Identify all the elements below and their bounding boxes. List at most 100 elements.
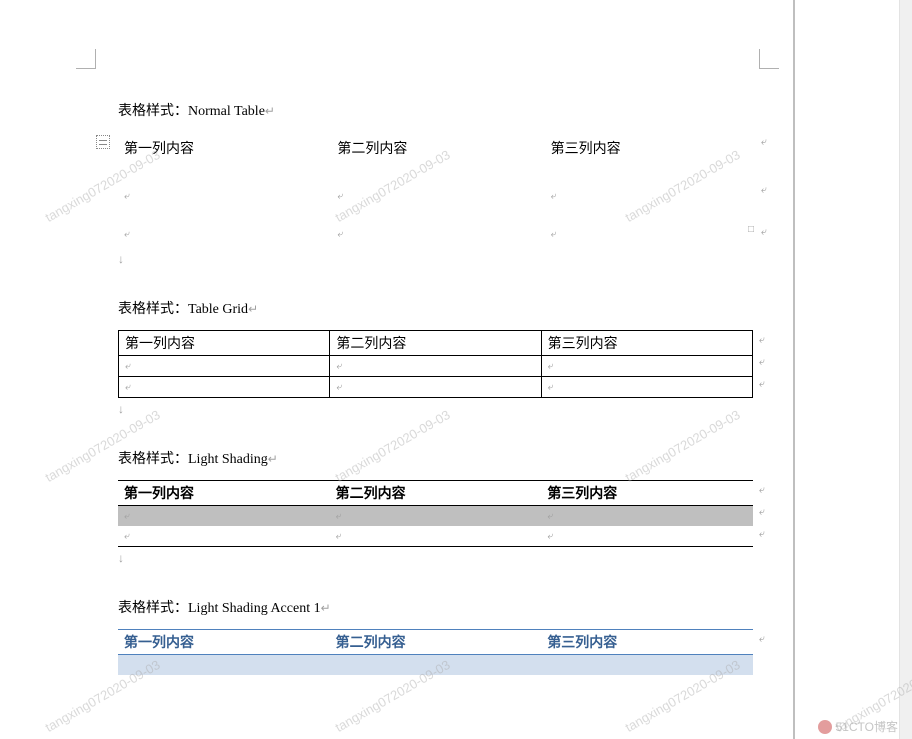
paragraph-after-table[interactable] bbox=[118, 252, 758, 268]
table-cell[interactable]: 第二列内容 bbox=[330, 630, 542, 655]
table-wrapper-grid: 第一列内容 第二列内容 第三列内容 ⤶ bbox=[118, 330, 758, 398]
table-cell[interactable] bbox=[330, 655, 542, 675]
table-cell[interactable] bbox=[119, 356, 330, 377]
row-end-mark-icon: ⤶ bbox=[756, 484, 768, 497]
table-cell[interactable] bbox=[118, 506, 330, 527]
table-cell[interactable]: 第二列内容 bbox=[330, 331, 541, 356]
table-row: 第一列内容 第二列内容 第三列内容 bbox=[118, 481, 753, 506]
table-cell[interactable] bbox=[541, 377, 752, 398]
cell-text: 第二列内容 bbox=[336, 337, 406, 352]
paragraph-after-table[interactable] bbox=[118, 551, 758, 567]
cell-text: 第二列内容 bbox=[336, 636, 406, 651]
cell-mark-icon bbox=[548, 360, 554, 372]
cell-mark-icon bbox=[551, 190, 557, 202]
table-cell[interactable]: 第三列内容 bbox=[541, 331, 752, 356]
table-cell[interactable]: 第二列内容 bbox=[330, 481, 542, 506]
table-cell[interactable] bbox=[118, 182, 331, 220]
row-end-mark-icon: ⤶ bbox=[756, 356, 768, 369]
cell-text: 第三列内容 bbox=[547, 487, 617, 502]
cell-text: 第一列内容 bbox=[124, 636, 194, 651]
style-prefix: 表格样式： bbox=[118, 302, 188, 317]
style-label-normal: 表格样式：Normal Table bbox=[118, 100, 758, 120]
table-cell[interactable]: 第三列内容 bbox=[541, 630, 753, 655]
cell-mark-icon bbox=[547, 510, 553, 522]
table-wrapper-lightshade: 第一列内容 第二列内容 第三列内容 ⤶ bbox=[118, 480, 758, 547]
cell-mark-icon bbox=[124, 530, 130, 542]
row-end-mark-icon: ⤶ bbox=[756, 633, 768, 646]
table-row bbox=[118, 182, 758, 220]
table-cell[interactable] bbox=[118, 526, 330, 547]
style-name-accent1: Light Shading Accent 1 bbox=[188, 601, 321, 616]
table-normal[interactable]: 第一列内容 第二列内容 第三列内容 bbox=[118, 132, 758, 248]
table-wrapper-normal: 第一列内容 第二列内容 第三列内容 ⤶ bbox=[118, 132, 758, 248]
site-watermark-text: 51CTO博客 bbox=[836, 718, 898, 735]
table-row bbox=[118, 506, 753, 527]
cell-text: 第三列内容 bbox=[548, 337, 618, 352]
paragraph-mark-icon bbox=[118, 252, 124, 266]
cell-text: 第一列内容 bbox=[124, 142, 194, 157]
table-cell[interactable] bbox=[330, 506, 542, 527]
table-cell[interactable]: 第一列内容 bbox=[118, 630, 330, 655]
table-cell[interactable]: 第一列内容 bbox=[118, 481, 330, 506]
table-row bbox=[118, 220, 758, 248]
table-row: 第一列内容 第二列内容 第三列内容 bbox=[119, 331, 753, 356]
table-light-shading-accent1[interactable]: 第一列内容 第二列内容 第三列内容 bbox=[118, 629, 753, 675]
page-content[interactable]: 表格样式：Normal Table 第一列内容 第二列内容 第三列内容 bbox=[118, 100, 758, 679]
table-cell[interactable] bbox=[118, 220, 331, 248]
table-cell[interactable] bbox=[330, 356, 541, 377]
cell-mark-icon bbox=[337, 228, 343, 240]
table-cell[interactable]: 第三列内容 bbox=[541, 481, 753, 506]
table-cell[interactable]: 第一列内容 bbox=[119, 331, 330, 356]
table-cell[interactable] bbox=[118, 655, 330, 675]
paragraph-mark-icon bbox=[268, 452, 278, 466]
cell-mark-icon bbox=[547, 530, 553, 542]
table-row bbox=[119, 377, 753, 398]
style-label-grid: 表格样式：Table Grid bbox=[118, 298, 758, 318]
table-cell[interactable] bbox=[330, 377, 541, 398]
cell-mark-icon bbox=[125, 381, 131, 393]
table-cell[interactable] bbox=[541, 356, 752, 377]
table-cell[interactable] bbox=[330, 526, 542, 547]
margin-corner-top-left bbox=[76, 49, 96, 69]
row-end-mark-icon: ⤶ bbox=[756, 528, 768, 541]
margin-corner-top-right bbox=[759, 49, 779, 69]
site-logo-icon bbox=[818, 720, 832, 734]
table-cell[interactable]: 第二列内容 bbox=[331, 132, 544, 182]
table-grid[interactable]: 第一列内容 第二列内容 第三列内容 bbox=[118, 330, 753, 398]
table-cell[interactable] bbox=[331, 182, 544, 220]
row-end-mark-icon: ⤶ bbox=[758, 136, 770, 149]
table-cell[interactable]: 第一列内容 bbox=[118, 132, 331, 182]
row-end-mark-icon: ⤶ bbox=[756, 378, 768, 391]
vertical-scrollbar[interactable] bbox=[899, 0, 912, 739]
table-cell[interactable]: 第三列内容 bbox=[545, 132, 758, 182]
table-cell[interactable] bbox=[119, 377, 330, 398]
cell-mark-icon bbox=[336, 360, 342, 372]
table-cell[interactable] bbox=[541, 506, 753, 527]
paragraph-after-table[interactable] bbox=[118, 402, 758, 418]
table-anchor-icon[interactable] bbox=[96, 135, 110, 149]
cell-text: 第二列内容 bbox=[336, 487, 406, 502]
style-label-accent1: 表格样式：Light Shading Accent 1 bbox=[118, 597, 758, 617]
row-end-mark-icon: ⤶ bbox=[758, 226, 770, 239]
table-light-shading[interactable]: 第一列内容 第二列内容 第三列内容 bbox=[118, 480, 753, 547]
page: 表格样式：Normal Table 第一列内容 第二列内容 第三列内容 bbox=[0, 0, 793, 739]
table-cell[interactable] bbox=[545, 182, 758, 220]
table-row bbox=[118, 526, 753, 547]
style-prefix: 表格样式： bbox=[118, 104, 188, 119]
style-prefix: 表格样式： bbox=[118, 601, 188, 616]
cell-text: 第二列内容 bbox=[337, 142, 407, 157]
table-cell[interactable] bbox=[331, 220, 544, 248]
cell-mark-icon bbox=[337, 190, 343, 202]
style-name-grid: Table Grid bbox=[188, 302, 248, 317]
style-prefix: 表格样式： bbox=[118, 452, 188, 467]
table-cell[interactable] bbox=[545, 220, 758, 248]
cell-mark-icon bbox=[336, 381, 342, 393]
paragraph-mark-icon bbox=[248, 302, 258, 316]
cell-mark-icon bbox=[548, 381, 554, 393]
table-cell[interactable] bbox=[541, 526, 753, 547]
paragraph-mark-icon bbox=[118, 551, 124, 565]
paragraph-mark-icon bbox=[118, 402, 124, 416]
cell-mark-icon bbox=[336, 530, 342, 542]
table-cell[interactable] bbox=[541, 655, 753, 675]
cell-mark-icon bbox=[124, 190, 130, 202]
